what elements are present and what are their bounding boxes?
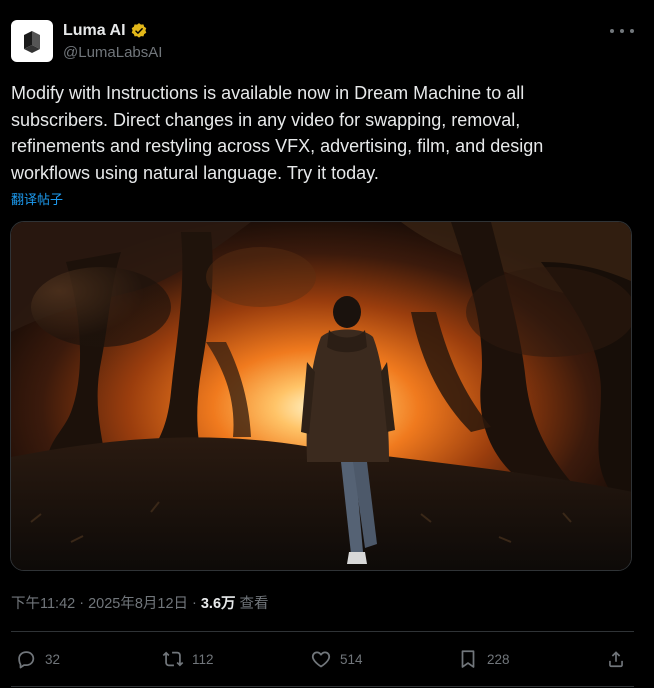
views-label: 查看	[239, 596, 269, 612]
reply-count: 32	[45, 651, 61, 667]
bookmark-icon	[461, 650, 475, 668]
author-handle[interactable]: @LumaLabsAI	[63, 44, 162, 61]
share-button[interactable]	[605, 644, 627, 674]
views-count[interactable]: 3.6万	[201, 592, 236, 613]
avatar[interactable]	[11, 20, 53, 62]
divider	[11, 631, 634, 632]
reply-button[interactable]: 32	[15, 644, 60, 674]
heart-icon	[311, 651, 331, 668]
bookmark-button[interactable]: 228	[457, 644, 510, 674]
retweet-icon	[162, 651, 184, 667]
luma-logo-icon	[24, 31, 40, 53]
like-count: 514	[340, 651, 363, 667]
like-button[interactable]: 514	[310, 644, 363, 674]
author-display-name[interactable]: Luma AI	[63, 22, 126, 40]
retweet-button[interactable]: 112	[162, 644, 214, 674]
reply-icon	[18, 651, 35, 669]
divider	[11, 686, 634, 687]
tweet-time[interactable]: 下午11:42	[11, 592, 75, 613]
author-name-row: Luma AI	[63, 20, 148, 42]
action-bar: 32 112 514 228	[11, 644, 631, 674]
verified-badge-icon[interactable]	[130, 22, 148, 40]
meta-separator: ·	[192, 594, 197, 611]
tweet-date[interactable]: 2025年8月12日	[88, 592, 188, 613]
tweet-text: Modify with Instructions is available no…	[11, 83, 544, 183]
more-options-icon[interactable]	[610, 22, 634, 40]
tweet-video[interactable]	[10, 221, 632, 571]
share-icon	[609, 651, 623, 668]
tweet-meta: 下午11:42 · 2025年8月12日 · 3.6万 查看	[11, 592, 269, 613]
meta-separator: ·	[79, 594, 85, 611]
video-thumbnail	[11, 222, 631, 570]
tweet: Luma AI @LumaLabsAI Modify with Instruct…	[0, 0, 654, 688]
retweet-count: 112	[192, 651, 214, 667]
bookmark-count: 228	[487, 651, 510, 667]
translate-post-link[interactable]: 翻译帖子	[11, 189, 63, 208]
